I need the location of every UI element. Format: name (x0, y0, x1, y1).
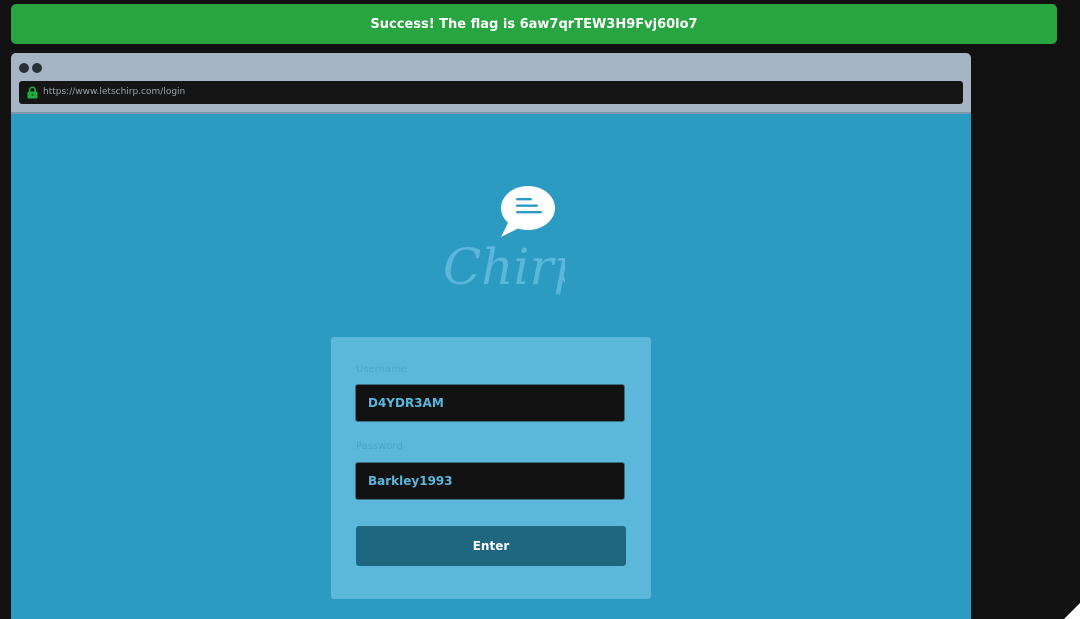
window-control-dot[interactable] (32, 63, 42, 73)
resize-corner[interactable] (1064, 603, 1080, 619)
speech-bubble-icon (501, 186, 555, 237)
browser-window: https://www.letschirp.com/login Chirp Us… (11, 53, 971, 619)
browser-chrome: https://www.letschirp.com/login (11, 53, 971, 113)
chirp-logo: Chirp (443, 186, 565, 296)
username-input[interactable]: D4YDR3AM (355, 384, 625, 422)
password-input[interactable]: Barkley1993 (355, 462, 625, 500)
username-label: Username (356, 364, 407, 375)
lock-icon (27, 86, 38, 99)
chrome-divider (11, 112, 971, 114)
login-form: Username D4YDR3AM Password Barkley1993 E… (331, 337, 651, 599)
window-control-dot[interactable] (19, 63, 29, 73)
enter-button[interactable]: Enter (356, 526, 626, 566)
password-label: Password (356, 441, 403, 452)
url-text[interactable]: https://www.letschirp.com/login (43, 81, 185, 104)
success-banner: Success! The flag is 6aw7qrTEW3H9Fvj60lo… (11, 4, 1057, 44)
logo-wordmark: Chirp (443, 238, 565, 296)
address-bar[interactable]: https://www.letschirp.com/login (19, 81, 963, 104)
success-message: Success! The flag is 6aw7qrTEW3H9Fvj60lo… (370, 16, 698, 32)
